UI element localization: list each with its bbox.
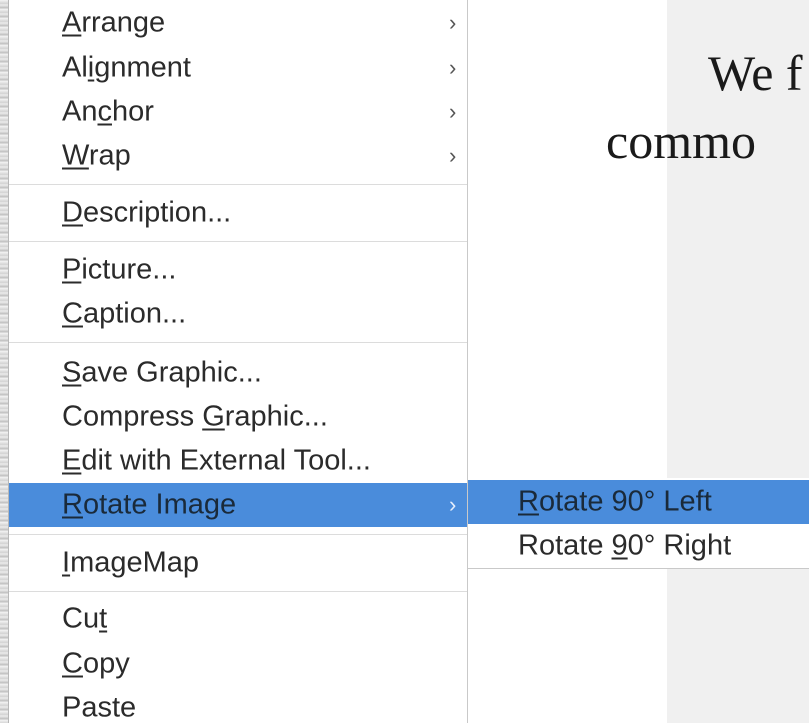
context-menu: Arrange › Alignment › Anchor › Wrap › De… [9,0,468,723]
menu-item-arrange[interactable]: Arrange › [9,1,467,45]
menu-item-label: Cut [62,602,108,635]
chevron-right-icon: › [449,99,457,124]
menu-item-label: Arrange [62,6,166,39]
menu-item-rotate-90-right[interactable]: Rotate 90° Right [468,524,809,568]
menu-item-rotate-90-left[interactable]: Rotate 90° Left [468,480,809,524]
menu-separator [9,591,467,592]
menu-item-picture[interactable]: Picture... [9,248,467,292]
menu-item-description[interactable]: Description... [9,191,467,235]
menu-item-label: ImageMap [62,546,200,579]
chevron-right-icon: › [449,492,457,517]
menu-item-label: Save Graphic... [62,356,262,389]
menu-separator [9,342,467,343]
menu-item-cut[interactable]: Cut [9,597,467,641]
menu-item-copy[interactable]: Copy [9,642,467,686]
chevron-right-icon: › [449,10,457,35]
rotate-image-submenu: Rotate 90° Left Rotate 90° Right [467,478,809,569]
menu-separator [9,241,467,242]
document-text-line: We f [708,45,803,101]
menu-item-edit-external-tool[interactable]: Edit with External Tool... [9,439,467,483]
menu-item-alignment[interactable]: Alignment › [9,46,467,90]
menu-item-label: Paste [62,691,137,723]
menu-item-label: Edit with External Tool... [62,444,371,477]
menu-item-paste[interactable]: Paste [9,686,467,723]
document-margin [667,0,809,723]
menu-item-label: Rotate 90° Left [518,485,712,518]
menu-item-imagemap[interactable]: ImageMap [9,541,467,585]
chevron-right-icon: › [449,143,457,168]
menu-item-label: Anchor [62,95,154,128]
menu-item-label: Compress Graphic... [62,400,328,433]
menu-item-anchor[interactable]: Anchor › [9,90,467,134]
menu-item-label: Description... [62,196,232,229]
document-scan-edge [0,0,9,723]
menu-item-label: Copy [62,647,130,680]
menu-item-label: Rotate 90° Right [518,529,732,562]
menu-item-rotate-image[interactable]: Rotate Image › [9,483,467,527]
menu-separator [9,184,467,185]
menu-item-caption[interactable]: Caption... [9,292,467,336]
menu-separator [9,534,467,535]
menu-item-label: Rotate Image [62,488,237,521]
menu-item-label: Alignment [62,51,191,84]
menu-item-wrap[interactable]: Wrap › [9,134,467,178]
chevron-right-icon: › [449,55,457,80]
document-text-line: commo [606,113,756,169]
menu-item-save-graphic[interactable]: Save Graphic... [9,351,467,395]
menu-item-label: Caption... [62,297,187,330]
menu-item-label: Wrap [62,139,131,172]
menu-item-label: Picture... [62,253,177,286]
menu-item-compress-graphic[interactable]: Compress Graphic... [9,395,467,439]
